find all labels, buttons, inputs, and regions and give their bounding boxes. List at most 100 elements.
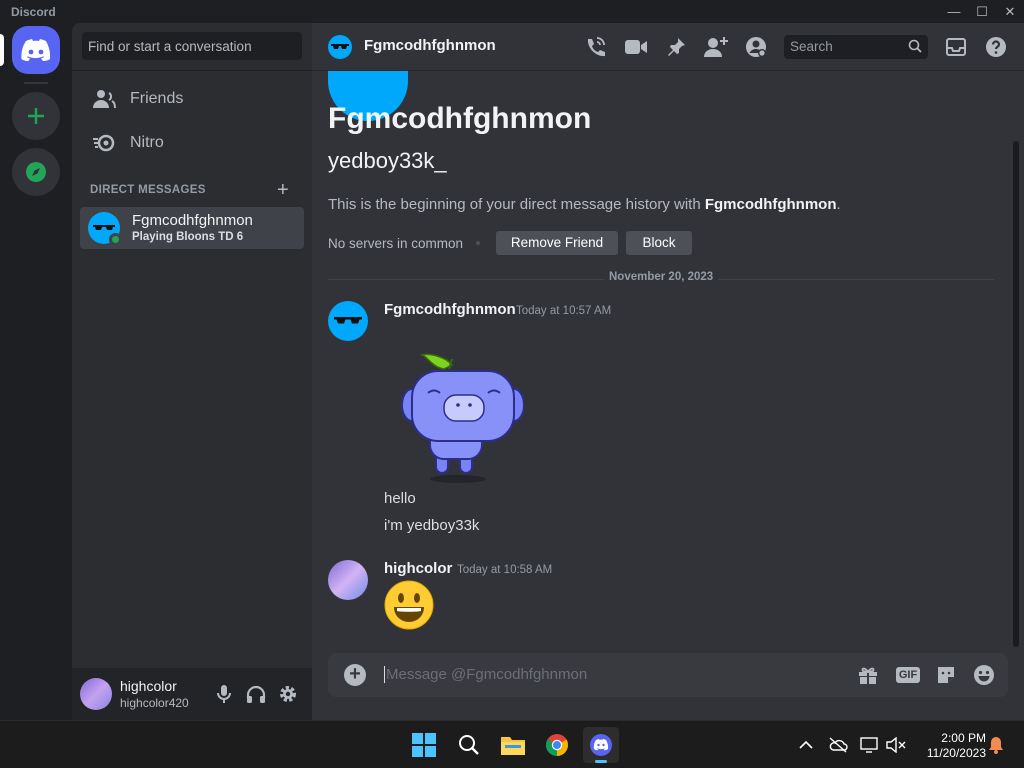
nitro-icon (93, 134, 115, 152)
clock-time: 2:00 PM (941, 731, 986, 745)
server-separator (24, 82, 48, 84)
avatar[interactable] (328, 560, 368, 600)
gear-icon (280, 686, 296, 702)
search-icon (908, 39, 922, 53)
taskbar-search-button[interactable] (451, 727, 487, 763)
maximize-button[interactable]: ☐ (968, 0, 996, 23)
user-settings-button[interactable] (276, 682, 300, 706)
mute-button[interactable] (212, 682, 236, 706)
remove-friend-button[interactable]: Remove Friend (496, 231, 618, 255)
find-conversation-input[interactable]: Find or start a conversation (82, 32, 302, 60)
message-composer: + Message @Fgmcodhfghnmon GIF (328, 653, 1008, 697)
sunglasses-icon (331, 44, 349, 49)
start-button[interactable] (406, 727, 442, 763)
block-button[interactable]: Block (626, 231, 692, 255)
minimize-button[interactable]: — (940, 0, 968, 23)
volume-tray-button[interactable] (886, 735, 906, 755)
message-input[interactable]: Message @Fgmcodhfghnmon (384, 666, 587, 683)
start-video-call-button[interactable] (624, 35, 648, 59)
help-icon (986, 37, 1006, 57)
user-name: highcolor (120, 678, 177, 694)
add-friends-to-dm-button[interactable] (704, 35, 728, 59)
taskbar-clock[interactable]: 2:00 PM 11/20/2023 (916, 731, 986, 761)
inbox-button[interactable] (944, 35, 968, 59)
sidebar-item-label: Friends (130, 90, 184, 107)
date-divider-label: November 20, 2023 (604, 271, 719, 283)
sidebar-item-label: Nitro (130, 134, 164, 151)
dm-activity: Playing Bloons TD 6 (132, 231, 244, 243)
channel-title: Fgmcodhfghnmon (364, 37, 496, 54)
bell-icon (989, 737, 1003, 754)
intro-text-prefix: This is the beginning of your direct mes… (328, 196, 705, 213)
phone-icon (587, 37, 605, 57)
discord-taskbar-button[interactable] (583, 727, 619, 763)
intro-text-name: Fgmcodhfghnmon (704, 196, 837, 213)
add-user-icon (704, 37, 728, 57)
speaker-muted-icon (886, 737, 906, 753)
video-camera-icon (625, 40, 647, 54)
send-gift-button[interactable] (856, 663, 880, 687)
start-voice-call-button[interactable] (583, 35, 607, 59)
create-dm-button[interactable]: + (277, 180, 289, 200)
intro-title: Fgmcodhfghnmon (328, 102, 592, 135)
avatar[interactable] (80, 678, 112, 710)
intro-username: yedboy33k_ (328, 148, 447, 173)
compass-icon (26, 162, 46, 182)
gif-label: GIF (895, 667, 921, 683)
pin-icon (668, 38, 685, 56)
explore-servers-button[interactable] (12, 148, 60, 196)
sidebar-divider (72, 70, 312, 71)
intro-text-suffix: . (836, 196, 841, 213)
separator-dot (476, 241, 480, 245)
sidebar-item-friends[interactable]: Friends (80, 78, 304, 120)
message-scrollbar[interactable] (1013, 141, 1019, 647)
gift-icon (859, 667, 877, 684)
gif-picker-button[interactable]: GIF (895, 663, 921, 687)
sunglasses-icon (334, 317, 362, 324)
monitor-icon (860, 737, 878, 753)
sticker-picker-button[interactable] (934, 663, 958, 687)
avatar (328, 35, 352, 59)
show-hidden-icons-button[interactable] (796, 735, 816, 755)
message-author[interactable]: Fgmcodhfghnmon (384, 301, 516, 318)
pinned-messages-button[interactable] (664, 35, 688, 59)
server-rail (0, 23, 72, 720)
sidebar-item-nitro[interactable]: Nitro (80, 122, 304, 164)
taskbar: 2:00 PM 11/20/2023 (0, 720, 1024, 768)
message-text: hello (384, 490, 416, 507)
message-timestamp: Today at 10:57 AM (516, 305, 612, 317)
add-server-button[interactable] (12, 92, 60, 140)
emoji-picker-button[interactable] (972, 663, 996, 687)
notifications-button[interactable] (986, 735, 1006, 755)
close-button[interactable]: ✕ (996, 0, 1024, 23)
smiley-emoji (384, 580, 434, 630)
search-placeholder: Search (790, 39, 833, 54)
file-explorer-button[interactable] (495, 727, 531, 763)
windows-logo-icon (412, 733, 436, 757)
deafen-button[interactable] (244, 682, 268, 706)
clock-date: 11/20/2023 (926, 746, 986, 760)
discord-logo-icon (21, 39, 51, 61)
friends-icon (93, 90, 116, 109)
sticker-icon (938, 667, 954, 683)
folder-icon (501, 737, 525, 755)
search-input[interactable]: Search (784, 35, 928, 59)
chevron-up-icon (799, 740, 813, 749)
help-button[interactable] (984, 35, 1008, 59)
user-profile-button[interactable] (744, 35, 768, 59)
onedrive-tray-button[interactable] (828, 735, 848, 755)
network-tray-button[interactable] (860, 735, 880, 755)
channel-header: Fgmcodhfghnmon Search (312, 23, 1024, 71)
message-author[interactable]: highcolor (384, 560, 452, 577)
online-status-icon (109, 233, 122, 246)
chrome-button[interactable] (539, 727, 575, 763)
direct-messages-home-button[interactable] (12, 26, 60, 74)
chrome-icon (546, 734, 568, 756)
avatar[interactable] (328, 301, 368, 341)
dm-list-item[interactable]: Fgmcodhfghnmon Playing Bloons TD 6 (80, 207, 304, 249)
upload-button[interactable]: + (344, 664, 366, 686)
dm-sidebar: Find or start a conversation Friends Nit… (72, 23, 312, 720)
intro-text: This is the beginning of your direct mes… (328, 196, 841, 213)
selected-pill (0, 34, 4, 66)
discord-logo-icon (590, 734, 612, 756)
